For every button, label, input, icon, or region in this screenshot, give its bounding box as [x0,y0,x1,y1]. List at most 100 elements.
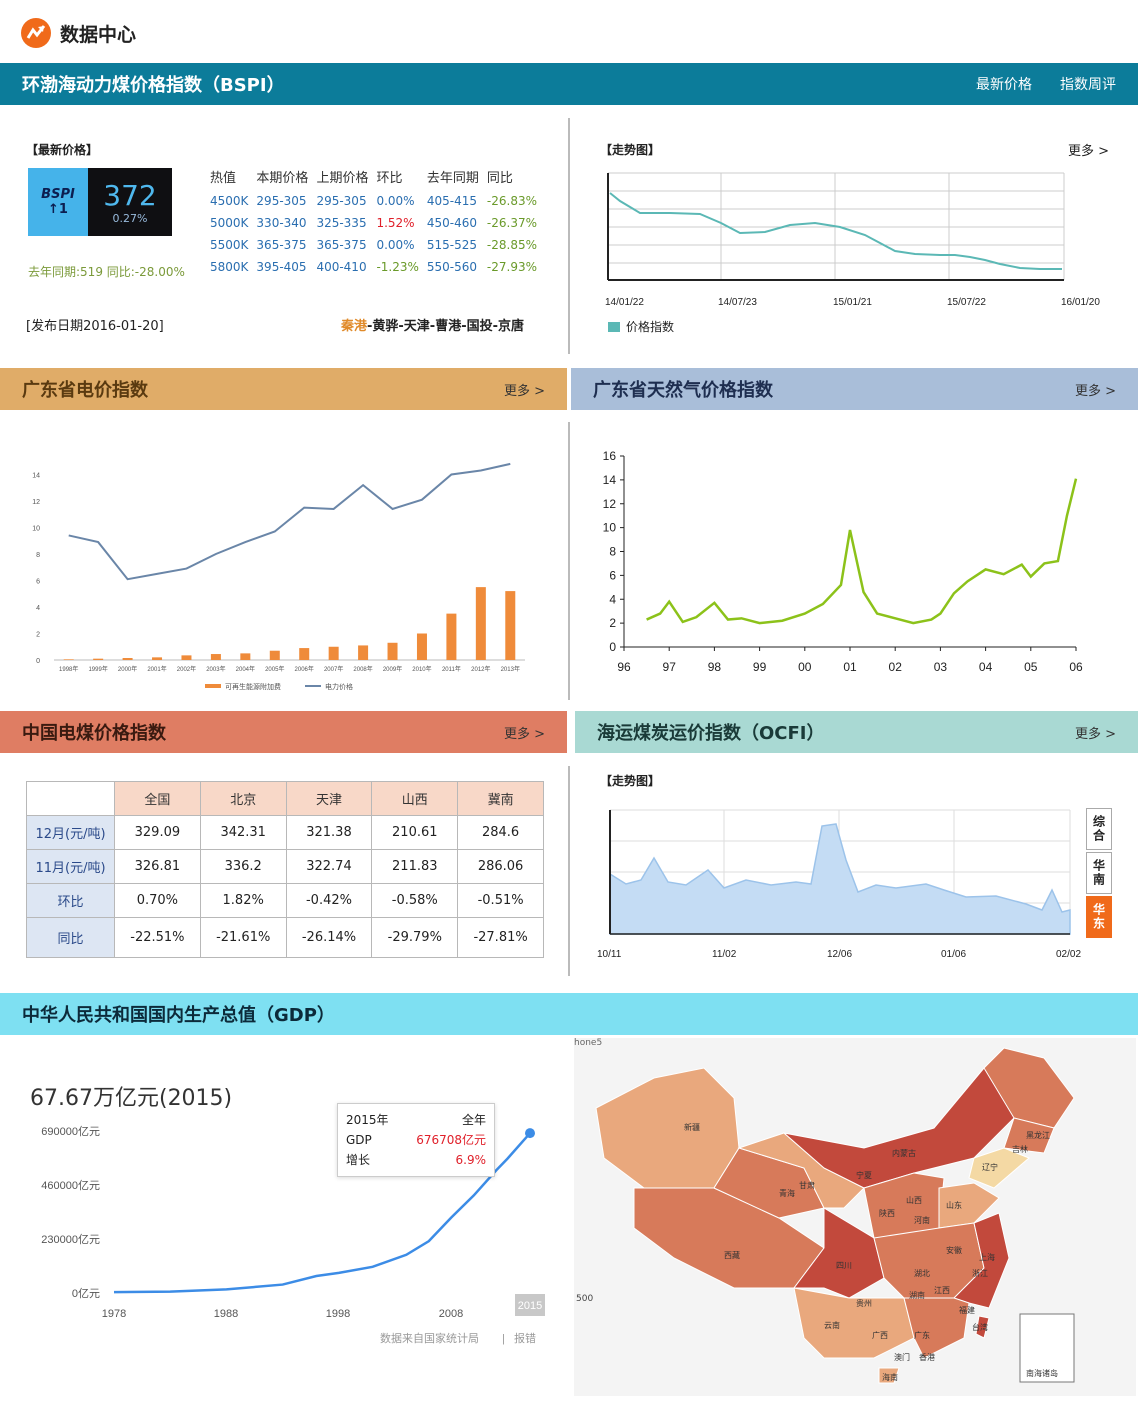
province-label: 贵州 [856,1298,872,1308]
y-tick-label: 690000亿元 [41,1125,100,1138]
x-tick-label: 2001年 [147,665,166,673]
col-header: 天津 [285,781,373,816]
bspi-more-link[interactable]: 更多 > [1068,140,1109,159]
province-label: 辽宁 [982,1162,998,1172]
x-tick-label: 2008 [439,1308,463,1320]
legend-swatch [205,684,221,688]
inset-label: 南海诸岛 [1026,1368,1058,1378]
x-tick-label: 1978 [102,1308,126,1320]
table-cell: 395-405 [256,260,307,274]
legend-label: 价格指数 [626,320,675,334]
province-label: 浙江 [972,1268,988,1278]
tab-east-china[interactable]: 华东 [1086,896,1112,938]
x-tick-label: 2015 [518,1300,542,1312]
table-cell: -1.23% [376,260,419,274]
china-map: 黑龙江 吉林 辽宁 内蒙古 新疆 青海 甘肃 宁夏 陕西 山西 河南 山东 四川… [595,1047,1075,1384]
col-header: 环比 [376,171,403,186]
col-header: 北京 [199,781,287,816]
badge-name: BSPI [41,187,75,202]
trend-logo-icon [20,17,52,49]
ocfi-header: 海运煤炭运价指数（OCFI） 更多 > [575,711,1138,753]
ports-highlight[interactable]: 秦港 [341,319,367,334]
bspi-badge: BSPI ↑1 372 0.27% [28,168,172,236]
y-tick-label: 4 [36,605,40,612]
table-cell: -26.14% [285,917,373,958]
latest-price-link[interactable]: 最新价格 [976,74,1032,94]
bar [269,650,280,660]
col-header: 去年同期 [426,171,479,186]
bar [358,645,369,660]
index-review-link[interactable]: 指数周评 [1060,74,1116,94]
table-cell: 0.70% [114,883,201,918]
gd-elec-chart: 0 2 4 6 8 10 12 14 1998年 1999年 2000年 2001年 2002年 2003… [32,462,525,691]
bar [210,654,221,660]
coal-index-header: 中国电煤价格指数 更多 > [0,711,567,753]
region-yunnan-guangxi[interactable] [793,1287,915,1359]
ocfi-more-link[interactable]: 更多 > [1075,723,1116,742]
gd-elec-title: 广东省电价指数 [22,380,148,401]
table-cell: 330-340 [256,216,307,230]
ocfi-chart: 10/11 11/02 12/06 01/06 02/02 [597,809,1081,960]
legend-label: 可再生能源附加费 [225,682,281,691]
x-tick-label: 2003年 [206,665,225,673]
province-label: 河南 [914,1215,930,1225]
table-row: 同比 -22.51% -21.61% -26.14% -29.79% -27.8… [26,917,544,958]
x-tick-label: 96 [617,660,631,674]
y-tick-label: 8 [36,552,40,559]
gdp-headline: 67.67万亿元(2015) [30,1086,233,1111]
x-tick-label: 2007年 [324,665,343,673]
tick-label: 02/02 [1056,949,1081,960]
gd-gas-title: 广东省天然气价格指数 [593,380,773,401]
table-cell: 365-375 [256,238,307,252]
table-cell: -0.42% [285,883,373,918]
y-tick-label: 6 [609,568,616,582]
col-header: 本期价格 [256,171,309,186]
x-tick-label: 00 [798,660,812,674]
table-cell: 4500K [210,194,249,208]
province-label: 宁夏 [856,1170,872,1180]
table-cell: 405-415 [426,194,478,208]
table-cell: 336.2 [199,849,287,884]
tooltip-year: 2015年 [346,1113,389,1127]
y-tick-label: 12 [32,499,40,506]
top-bar: 数据中心 [20,16,136,50]
x-tick-label: 97 [663,660,677,674]
gd-elec-more-link[interactable]: 更多 > [504,380,545,399]
tick-label: 01/06 [941,949,966,960]
y-tick-label: 460000亿元 [41,1179,100,1192]
coal-index-more-link[interactable]: 更多 > [504,723,545,742]
report-link[interactable]: 报错 [514,1331,536,1345]
table-row: 5800K 395-405 400-410 -1.23% 550-560 -27… [206,256,541,278]
y-tick-label: 2 [609,616,616,630]
x-tick-label: 2013年 [501,665,520,673]
gd-gas-header: 广东省天然气价格指数 更多 > [571,368,1138,410]
bspi-latest-label: 【最新价格】 [26,143,99,157]
legend-swatch [608,321,620,332]
y-tick-label: 14 [603,473,617,487]
bar [181,655,192,660]
tab-south-china[interactable]: 华南 [1086,852,1112,894]
x-tick-label: 1988 [214,1308,238,1320]
ocfi-title: 海运煤炭运价指数（OCFI） [597,723,825,744]
table-cell: -0.58% [371,883,459,918]
tooltip-growth-label: 增长 [346,1153,371,1167]
table-cell: -27.81% [457,917,544,958]
y-tick-label: 0 [36,658,40,665]
tab-comprehensive[interactable]: 综合 [1086,808,1112,850]
region-xinjiang[interactable] [595,1067,740,1189]
province-label: 青海 [779,1188,795,1198]
series-line [646,478,1078,625]
gdp-title: 中华人民共和国国内生产总值（GDP） [22,1005,335,1026]
col-header: 山西 [371,781,459,816]
col-header: 冀南 [457,781,544,816]
ports-rest[interactable]: -黄骅-天津-曹港-国投-京唐 [367,319,524,334]
publish-date: [发布日期2016-01-20] [26,319,164,334]
gd-gas-more-link[interactable]: 更多 > [1075,380,1116,399]
gd-elec-header: 广东省电价指数 更多 > [0,368,567,410]
province-label: 江西 [934,1286,950,1295]
y-tick-label: 2 [36,632,40,639]
table-cell: -26.37% [486,216,538,230]
bspi-header: 环渤海动力煤价格指数（BSPI） 最新价格 指数周评 [0,63,1138,105]
series-line [68,462,511,581]
table-cell: 1.82% [199,883,287,918]
